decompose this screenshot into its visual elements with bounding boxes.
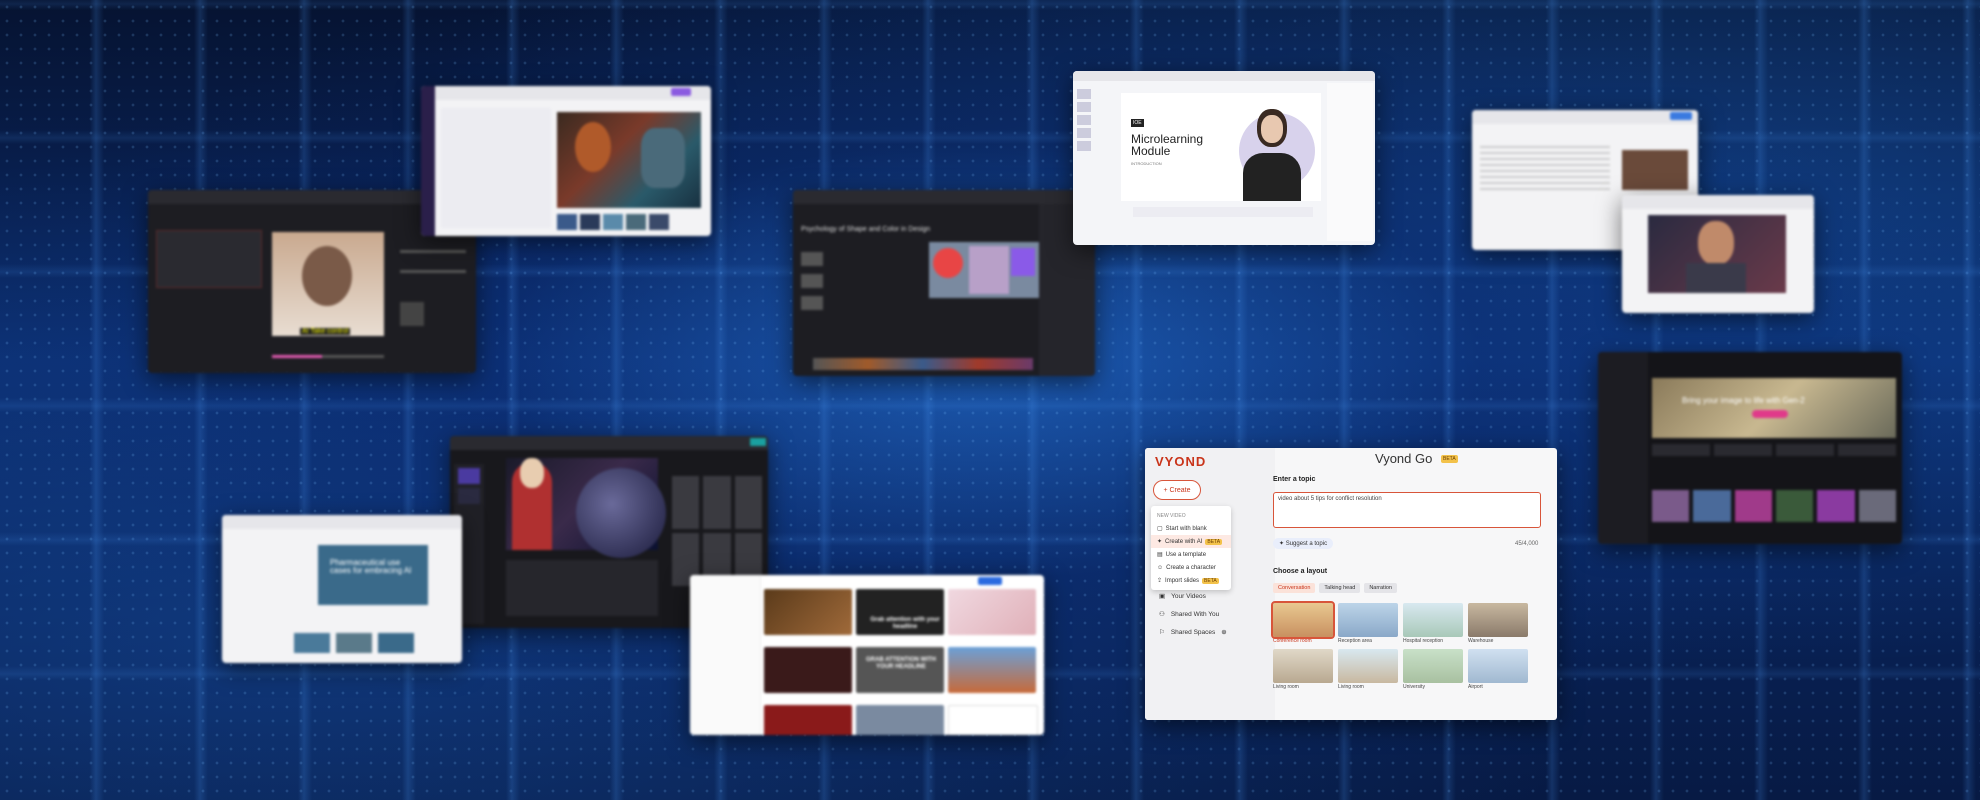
layout-option[interactable]: Airport <box>1468 649 1528 691</box>
create-menu: NEW VIDEO ▢ Start with blank ✦ Create with… <box>1151 506 1231 590</box>
layout-option[interactable]: Conference room <box>1271 601 1335 645</box>
layout-caption: Conference room <box>1273 638 1312 644</box>
layout-caption: Living room <box>1338 684 1364 690</box>
window-dark-course-editor: Psychology of Shape and Color in Design <box>793 190 1095 376</box>
menu-item-create-ai[interactable]: ✦ Create with AI BETA <box>1151 535 1231 548</box>
layout-option[interactable]: Living room <box>1273 649 1333 691</box>
page-title: Vyond Go <box>1375 451 1433 466</box>
generated-image <box>557 112 701 208</box>
create-button[interactable]: + Create <box>1153 480 1201 500</box>
menu-item-template[interactable]: ▤ Use a template <box>1151 548 1231 561</box>
presenter-avatar <box>1217 95 1317 201</box>
layout-option[interactable]: University <box>1403 649 1463 691</box>
menu-item-label: Create a character <box>1166 564 1216 571</box>
topic-label: Enter a topic <box>1273 476 1316 483</box>
layout-label: Choose a layout <box>1273 568 1328 575</box>
slide-canvas: IOE Microlearning Module INTRODUCTION <box>1121 93 1321 201</box>
suggest-topic-button[interactable]: ✦ Suggest a topic <box>1273 538 1334 549</box>
nav-label: Shared With You <box>1170 610 1220 618</box>
add-space-icon[interactable]: ⊕ <box>1221 628 1226 636</box>
menu-item-label: Start with blank <box>1165 525 1207 532</box>
window-avatar-preview <box>1622 195 1814 313</box>
menu-item-import-slides[interactable]: ⇪ Import slides BETA <box>1151 574 1231 587</box>
window-stock-templates: Grab attention with your headline GRAB A… <box>690 575 1044 735</box>
nav-label: Your Videos <box>1171 592 1206 600</box>
suggest-label: Suggest a topic <box>1285 541 1328 547</box>
layout-option[interactable]: Hospital reception <box>1403 603 1463 645</box>
window-vyond-go[interactable]: VYOND + Create NEW VIDEO ▢ Start with bla… <box>1145 448 1557 720</box>
menu-item-character[interactable]: ☺ Create a character <box>1151 561 1231 574</box>
layout-option[interactable]: Reception area <box>1338 603 1398 645</box>
nav-label: Shared Spaces <box>1170 628 1216 636</box>
layout-caption: Reception area <box>1338 638 1372 644</box>
slide-tag: IOE <box>1131 119 1144 127</box>
char-count: 45/4,000 <box>1515 541 1539 547</box>
menu-item-label: Import slides <box>1165 577 1200 584</box>
layout-grid: Conference room Reception area Hospital … <box>1271 601 1528 691</box>
window-pharma-slides: Pharmaceutical use cases for embracing A… <box>222 515 462 663</box>
nav-your-videos[interactable]: ▣ Your Videos <box>1159 592 1206 601</box>
template-icon: ▤ <box>1157 552 1163 558</box>
course-title: Psychology of Shape and Color in Design <box>801 226 931 233</box>
presenter-video: AI Take control <box>272 232 384 336</box>
layout-caption: University <box>1403 684 1425 690</box>
menu-header: NEW VIDEO <box>1157 512 1186 519</box>
blank-icon: ▢ <box>1157 526 1163 532</box>
pharma-title: Pharmaceutical use cases for embracing A… <box>330 558 412 575</box>
layout-caption: Hospital reception <box>1403 638 1444 644</box>
window-microlearning: IOE Microlearning Module INTRODUCTION <box>1073 71 1375 245</box>
tile-text-1: Grab attention with your headline <box>870 617 940 630</box>
import-icon: ⇪ <box>1157 578 1163 584</box>
layout-tabs: Conversation Talking head Narration <box>1273 583 1397 593</box>
layout-caption: Warehouse <box>1468 638 1494 644</box>
nav-shared-spaces[interactable]: ⚐ Shared Spaces ⊕ <box>1159 628 1227 637</box>
sparkle-icon: ✦ <box>1157 539 1163 545</box>
tab-narration[interactable]: Narration <box>1364 583 1397 593</box>
sparkle-icon: ✦ <box>1279 541 1286 547</box>
caption-text: AI Take control <box>300 328 351 335</box>
layout-option[interactable]: Living room <box>1338 649 1398 691</box>
vyond-logo: VYOND <box>1155 454 1207 469</box>
character-icon: ☺ <box>1157 564 1164 571</box>
layout-option[interactable]: Warehouse <box>1468 603 1528 645</box>
people-icon: ⚇ <box>1159 611 1165 618</box>
slide-subtitle: INTRODUCTION <box>1131 161 1162 166</box>
beta-badge: BETA <box>1205 538 1223 545</box>
spaces-icon: ⚐ <box>1159 629 1165 636</box>
window-gen2-app: Bring your image to life with Gen-2 <box>1598 352 1902 544</box>
tab-conversation[interactable]: Conversation <box>1273 583 1316 593</box>
layout-caption: Airport <box>1468 684 1483 690</box>
title-beta-badge: BETA <box>1441 455 1458 463</box>
window-image-generator <box>421 86 711 236</box>
background-scene: AI Take control Psychology of Shape and … <box>0 0 1980 800</box>
gen2-banner: Bring your image to life with Gen-2 <box>1682 396 1805 405</box>
menu-item-label: Create with AI <box>1165 538 1203 545</box>
video-icon: ▣ <box>1159 593 1166 600</box>
layout-caption: Living room <box>1273 684 1299 690</box>
menu-item-start-blank[interactable]: ▢ Start with blank <box>1151 522 1231 535</box>
tile-text-2: GRAB ATTENTION WITH YOUR HEADLINE <box>866 657 936 670</box>
topic-input[interactable]: video about 5 tips for conflict resoluti… <box>1273 492 1541 528</box>
slide-title: Microlearning Module <box>1131 132 1204 158</box>
nav-shared-with-you[interactable]: ⚇ Shared With You <box>1159 610 1220 619</box>
tab-talking-head[interactable]: Talking head <box>1319 583 1361 593</box>
beta-badge: BETA <box>1202 577 1219 584</box>
menu-item-label: Use a template <box>1165 551 1207 558</box>
